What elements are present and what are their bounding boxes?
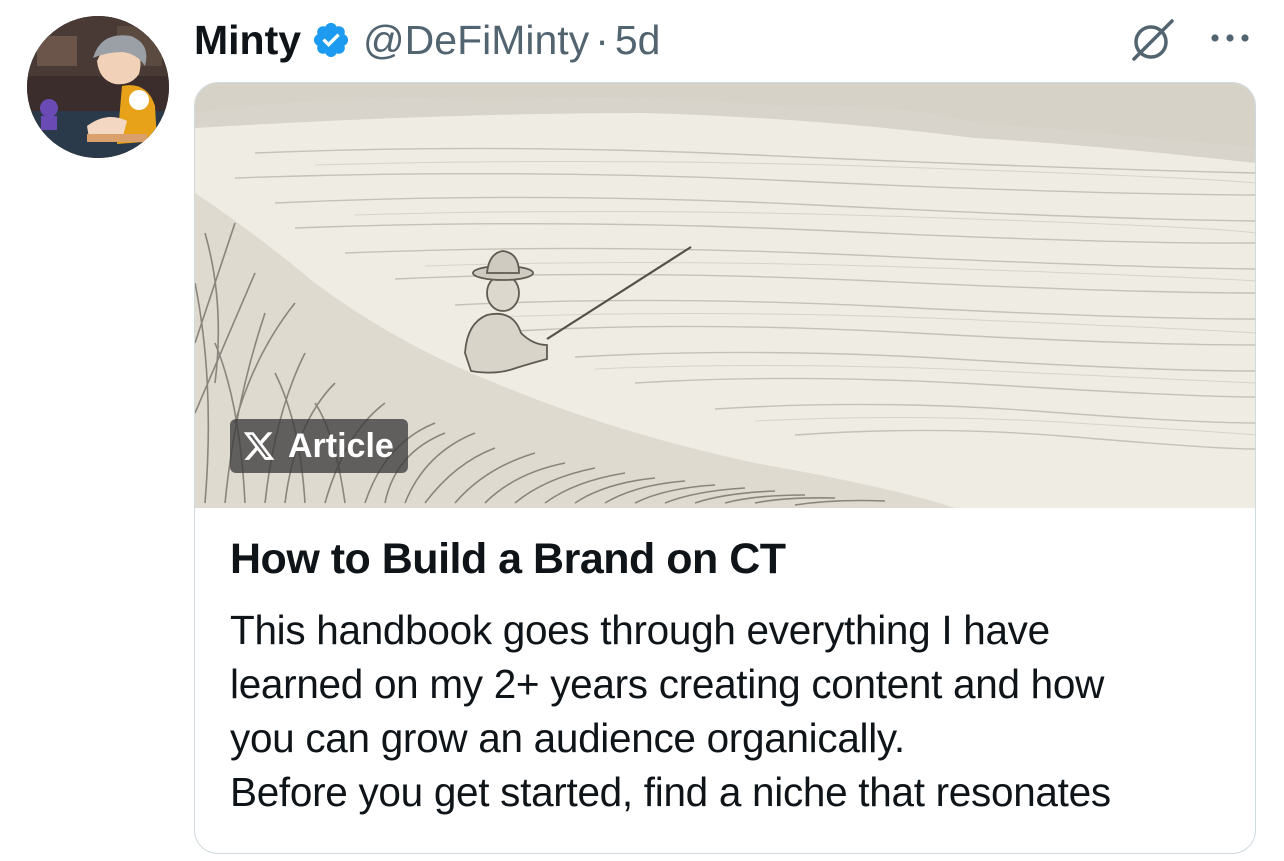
timestamp[interactable]: 5d	[615, 17, 661, 64]
more-options-icon[interactable]	[1206, 26, 1254, 50]
article-description-line: learned on my 2+ years creating content …	[230, 661, 1105, 707]
separator-dot: ·	[595, 16, 609, 63]
article-description: This handbook goes through everything I …	[230, 603, 1240, 819]
article-description-line: This handbook goes through everything I …	[230, 607, 1050, 653]
author-handle[interactable]: @DeFiMinty	[363, 17, 589, 64]
verified-badge-icon	[311, 20, 351, 60]
article-description-line: Before you get started, find a niche tha…	[230, 769, 1111, 815]
article-card[interactable]: Article How to Build a Brand on CT This …	[194, 82, 1256, 854]
avatar[interactable]	[27, 16, 169, 158]
avatar-illustration	[27, 16, 169, 158]
author-name[interactable]: Minty	[194, 17, 301, 64]
article-badge: Article	[230, 419, 408, 473]
article-cover-image: Article	[195, 83, 1255, 508]
article-description-line: you can grow an audience organically.	[230, 715, 905, 761]
x-logo-icon	[243, 432, 275, 460]
article-badge-label: Article	[288, 426, 394, 465]
grok-icon[interactable]	[1128, 16, 1176, 64]
tweet-header: Minty @DeFiMinty · 5d	[194, 10, 660, 70]
article-title: How to Build a Brand on CT	[230, 535, 786, 583]
